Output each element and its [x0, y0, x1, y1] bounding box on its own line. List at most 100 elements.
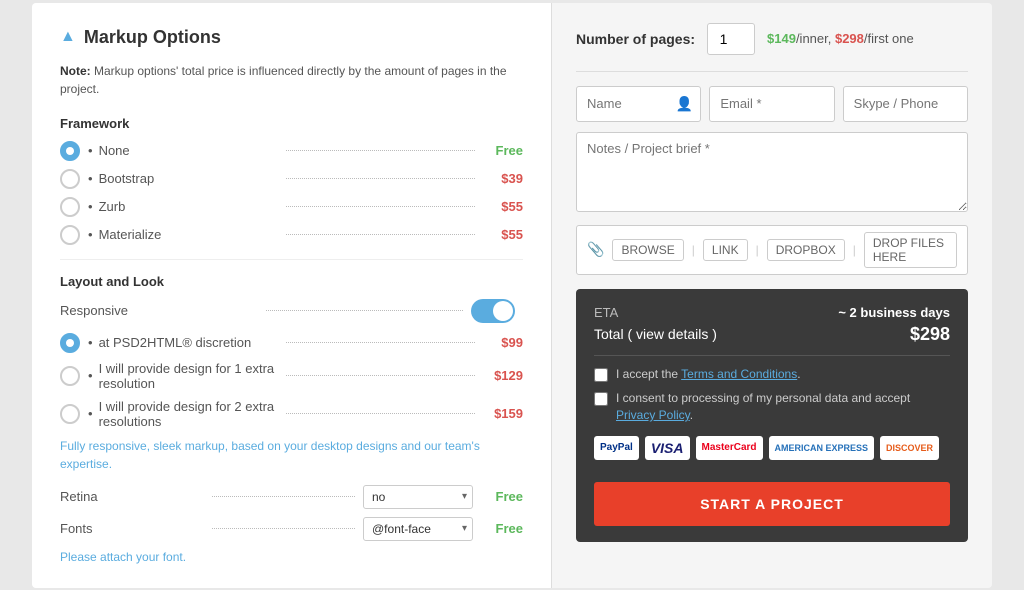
email-wrapper [709, 86, 834, 122]
fonts-label: Fonts [60, 521, 204, 536]
skype-input[interactable] [843, 86, 968, 122]
dots [266, 310, 464, 311]
radio-none[interactable] [60, 141, 80, 161]
radio-2res[interactable] [60, 404, 80, 424]
section-header: ▲ Markup Options [60, 27, 523, 48]
framework-option-bootstrap[interactable]: Bootstrap $39 [60, 169, 523, 189]
framework-option-zurb[interactable]: Zurb $55 [60, 197, 523, 217]
browse-button[interactable]: BROWSE [612, 239, 683, 261]
option-price-2res: $159 [483, 406, 523, 421]
dots [286, 375, 476, 376]
radio-discretion[interactable] [60, 333, 80, 353]
framework-option-none[interactable]: None Free [60, 141, 523, 161]
visa-icon: VISA [645, 436, 690, 460]
dots [212, 528, 356, 529]
terms-checkbox-row: I accept the Terms and Conditions. [594, 366, 950, 383]
link-button[interactable]: LINK [703, 239, 748, 261]
layout-title: Layout and Look [60, 274, 523, 289]
paperclip-icon: 📎 [587, 241, 604, 258]
privacy-link[interactable]: Privacy Policy [616, 408, 690, 422]
retina-select[interactable]: no yes [363, 485, 473, 509]
option-price-materialize: $55 [483, 227, 523, 242]
chevron-up-icon: ▲ [60, 28, 76, 46]
responsive-toggle[interactable] [471, 299, 515, 323]
summary-box: ETA ~ 2 business days Total ( view detai… [576, 289, 968, 542]
eta-label: ETA [594, 305, 618, 320]
option-label-none: None [88, 143, 278, 158]
option-label-bootstrap: Bootstrap [88, 171, 278, 186]
divider: | [756, 243, 759, 257]
dots [286, 178, 476, 179]
total-label: Total ( view details ) [594, 326, 717, 342]
pages-row: Number of pages: $149/inner, $298/first … [576, 23, 968, 55]
discover-icon: DISCOVER [880, 436, 939, 460]
dots [286, 206, 476, 207]
start-project-button[interactable]: START A PROJECT [594, 482, 950, 526]
right-panel: Number of pages: $149/inner, $298/first … [552, 3, 992, 588]
layout-option-1res[interactable]: I will provide design for 1 extra resolu… [60, 361, 523, 391]
dots [212, 496, 356, 497]
privacy-checkbox[interactable] [594, 392, 608, 406]
terms-text: I accept the Terms and Conditions. [616, 366, 801, 383]
notes-textarea[interactable] [576, 132, 968, 212]
framework-title: Framework [60, 116, 523, 131]
dots [286, 342, 476, 343]
layout-option-2res[interactable]: I will provide design for 2 extra resolu… [60, 399, 523, 429]
eta-value: ~ 2 business days [838, 305, 950, 320]
radio-zurb[interactable] [60, 197, 80, 217]
pages-price-first: $298 [835, 31, 864, 46]
skype-wrapper [843, 86, 968, 122]
framework-option-materialize[interactable]: Materialize $55 [60, 225, 523, 245]
retina-dropdown-wrapper: no yes [363, 485, 473, 509]
option-price-none: Free [483, 143, 523, 158]
fonts-dropdown-wrapper: @font-face Google Fonts none [363, 517, 473, 541]
option-label-materialize: Materialize [88, 227, 278, 242]
radio-bootstrap[interactable] [60, 169, 80, 189]
left-panel: ▲ Markup Options Note: Markup options' t… [32, 3, 552, 588]
pages-input[interactable] [707, 23, 755, 55]
pages-label: Number of pages: [576, 31, 695, 47]
option-price-1res: $129 [483, 368, 523, 383]
layout-option-discretion[interactable]: at PSD2HTML® discretion $99 [60, 333, 523, 353]
dots [286, 150, 476, 151]
drop-files-button[interactable]: DROP FILES HERE [864, 232, 957, 268]
section-title: Markup Options [84, 27, 221, 48]
privacy-checkbox-row: I consent to processing of my personal d… [594, 390, 950, 424]
divider: | [853, 243, 856, 257]
dropbox-button[interactable]: DROPBOX [767, 239, 845, 261]
option-price-zurb: $55 [483, 199, 523, 214]
total-value: $298 [910, 324, 950, 345]
radio-materialize[interactable] [60, 225, 80, 245]
retina-row: Retina no yes Free [60, 485, 523, 509]
eta-row: ETA ~ 2 business days [594, 305, 950, 320]
terms-link[interactable]: Terms and Conditions [681, 367, 797, 381]
total-row: Total ( view details ) $298 [594, 324, 950, 345]
contact-form-row: 👤 [576, 86, 968, 122]
responsive-row: Responsive [60, 299, 523, 323]
retina-label: Retina [60, 489, 204, 504]
terms-checkbox[interactable] [594, 368, 608, 382]
radio-1res[interactable] [60, 366, 80, 386]
fonts-price: Free [483, 521, 523, 536]
paypal-icon: PayPal [594, 436, 639, 460]
note-text: Note: Markup options' total price is inf… [60, 62, 523, 98]
mastercard-icon: MasterCard [696, 436, 763, 460]
option-label-1res: I will provide design for 1 extra resolu… [88, 361, 278, 391]
responsive-label: Responsive [60, 303, 258, 318]
name-wrapper: 👤 [576, 86, 701, 122]
dots [286, 413, 476, 414]
option-price-bootstrap: $39 [483, 171, 523, 186]
option-label-discretion: at PSD2HTML® discretion [88, 335, 278, 350]
notes-wrapper [576, 132, 968, 215]
pages-price: $149/inner, $298/first one [767, 31, 914, 46]
option-label-zurb: Zurb [88, 199, 278, 214]
attach-font-link[interactable]: Please attach your font. [60, 550, 186, 564]
email-input[interactable] [709, 86, 834, 122]
option-price-discretion: $99 [483, 335, 523, 350]
divider: | [692, 243, 695, 257]
retina-price: Free [483, 489, 523, 504]
fonts-select[interactable]: @font-face Google Fonts none [363, 517, 473, 541]
privacy-text: I consent to processing of my personal d… [616, 390, 950, 424]
pages-price-inner: $149 [767, 31, 796, 46]
user-icon: 👤 [676, 95, 693, 112]
